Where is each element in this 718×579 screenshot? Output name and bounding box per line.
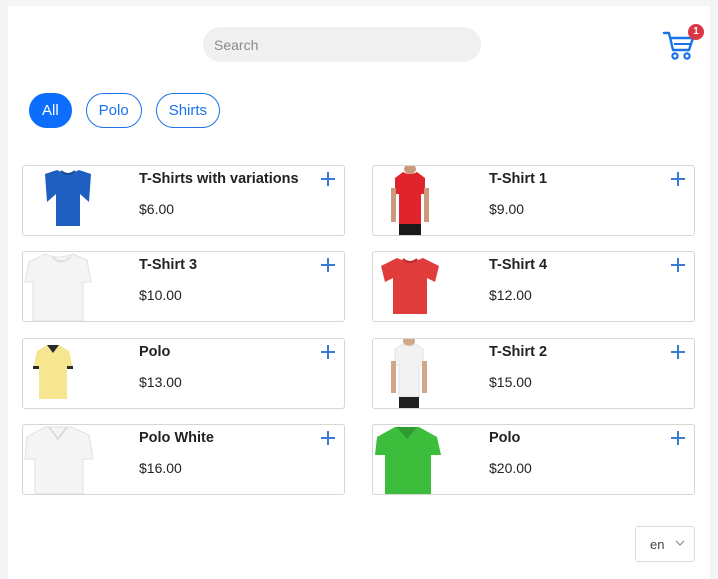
product-price: $13.00	[139, 374, 182, 390]
yellow-polo-image	[33, 345, 73, 399]
add-to-cart-icon[interactable]	[320, 430, 336, 446]
cart-button[interactable]: 1	[662, 24, 704, 61]
white-tshirt-image	[24, 253, 92, 321]
add-to-cart-icon[interactable]	[670, 257, 686, 273]
product-price: $6.00	[139, 201, 175, 217]
chevron-down-icon	[675, 540, 685, 546]
filter-all[interactable]: All	[29, 93, 72, 128]
search-input[interactable]	[203, 27, 481, 62]
red-tshirt-model-image	[391, 166, 429, 235]
product-name: T-Shirt 3	[139, 257, 198, 273]
add-to-cart-icon[interactable]	[670, 430, 686, 446]
product-name: T-Shirts with variations	[139, 171, 299, 187]
add-to-cart-icon[interactable]	[320, 344, 336, 360]
red-tshirt-image	[381, 258, 439, 314]
filter-shirts[interactable]: Shirts	[155, 93, 221, 128]
product-card[interactable]: Polo White $16.00	[22, 424, 345, 495]
white-polo-image	[24, 426, 94, 494]
product-price: $9.00	[489, 201, 525, 217]
product-card[interactable]: T-Shirt 4 $12.00	[372, 251, 695, 322]
white-tshirt-model-image	[391, 339, 427, 408]
product-card[interactable]: T-Shirts with variations $6.00	[22, 165, 345, 236]
cart-count-badge: 1	[688, 24, 704, 40]
product-card[interactable]: T-Shirt 3 $10.00	[22, 251, 345, 322]
product-card[interactable]: T-Shirt 2 $15.00	[372, 338, 695, 409]
product-price: $10.00	[139, 287, 182, 303]
blue-tshirt-image	[45, 170, 91, 226]
add-to-cart-icon[interactable]	[670, 171, 686, 187]
product-card[interactable]: T-Shirt 1 $9.00	[372, 165, 695, 236]
language-select[interactable]: en	[635, 526, 695, 562]
product-name: Polo	[489, 430, 521, 446]
product-name: Polo	[139, 344, 171, 360]
product-price: $15.00	[489, 374, 532, 390]
green-polo-image	[375, 427, 441, 494]
product-name: T-Shirt 4	[489, 257, 548, 273]
add-to-cart-icon[interactable]	[320, 257, 336, 273]
product-price: $20.00	[489, 460, 532, 476]
category-filters: All Polo Shirts	[29, 93, 221, 128]
language-value: en	[650, 537, 665, 552]
add-to-cart-icon[interactable]	[320, 171, 336, 187]
product-name: T-Shirt 1	[489, 171, 548, 187]
product-price: $12.00	[489, 287, 532, 303]
product-price: $16.00	[139, 460, 182, 476]
product-card[interactable]: Polo $13.00	[22, 338, 345, 409]
product-name: Polo White	[139, 430, 214, 446]
add-to-cart-icon[interactable]	[670, 344, 686, 360]
filter-polo[interactable]: Polo	[85, 93, 142, 128]
product-card[interactable]: Polo $20.00	[372, 424, 695, 495]
product-name: T-Shirt 2	[489, 344, 548, 360]
